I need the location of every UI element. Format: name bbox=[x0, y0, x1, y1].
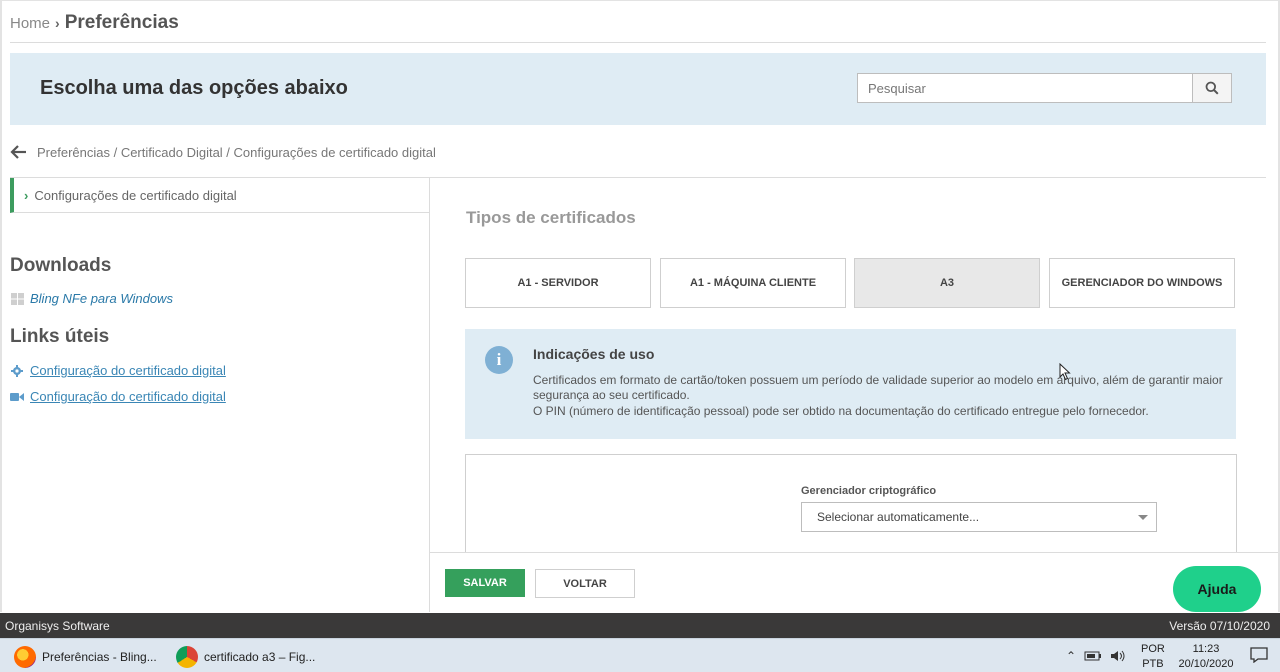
firefox-icon bbox=[14, 646, 36, 668]
chevron-up-icon[interactable]: ⌃ bbox=[1066, 649, 1076, 663]
divider bbox=[10, 42, 1266, 43]
clock-date: 20/10/2020 bbox=[1178, 658, 1234, 670]
lang-bottom: PTB bbox=[1142, 658, 1164, 670]
section-title: Tipos de certificados bbox=[466, 208, 636, 227]
caret-down-icon bbox=[1138, 515, 1148, 520]
tab-a1-maquina-cliente[interactable]: A1 - MÁQUINA CLIENTE bbox=[660, 258, 846, 308]
section-path: Preferências / Certificado Digital / Con… bbox=[10, 142, 436, 162]
chevron-right-icon: › bbox=[55, 15, 60, 31]
search-input[interactable] bbox=[858, 74, 1192, 102]
status-strip: Organisys Software Versão 07/10/2020 bbox=[0, 613, 1280, 638]
useful-link-label: Configuração do certificado digital bbox=[30, 363, 226, 378]
tab-a1-servidor[interactable]: A1 - SERVIDOR bbox=[465, 258, 651, 308]
useful-link[interactable]: Configuração do certificado digital bbox=[10, 363, 226, 378]
windows-icon bbox=[10, 292, 24, 305]
settings-panel: Gerenciador criptográfico Selecionar aut… bbox=[465, 454, 1237, 554]
lang-top: POR bbox=[1141, 643, 1165, 655]
tab-a3[interactable]: A3 bbox=[854, 258, 1040, 308]
taskbar-item-firefox[interactable]: Preferências - Bling... bbox=[14, 643, 157, 671]
notification-icon[interactable] bbox=[1250, 647, 1268, 663]
tab-gerenciador-windows[interactable]: GERENCIADOR DO WINDOWS bbox=[1049, 258, 1235, 308]
gear-icon bbox=[10, 364, 24, 377]
task-label: Preferências - Bling... bbox=[42, 650, 157, 664]
download-link[interactable]: Bling NFe para Windows bbox=[10, 291, 173, 306]
save-button[interactable]: SALVAR bbox=[445, 569, 525, 597]
usage-info-box: i Indicações de uso Certificados em form… bbox=[465, 329, 1236, 439]
arrow-left-icon[interactable] bbox=[10, 144, 28, 160]
info-text: O PIN (número de identificação pessoal) … bbox=[533, 404, 1149, 418]
taskbar: Preferências - Bling... certificado a3 –… bbox=[0, 638, 1280, 672]
options-banner: Escolha uma das opções abaixo bbox=[10, 53, 1266, 125]
back-button[interactable]: VOLTAR bbox=[535, 569, 635, 598]
system-tray: ⌃ bbox=[1066, 639, 1126, 672]
company-name: Organisys Software bbox=[5, 619, 110, 633]
chrome-icon bbox=[176, 646, 198, 668]
select-value: Selecionar automaticamente... bbox=[817, 510, 980, 524]
task-label: certificado a3 – Fig... bbox=[204, 650, 316, 664]
useful-link[interactable]: Configuração do certificado digital bbox=[10, 389, 226, 404]
input-language[interactable]: POR PTB bbox=[1141, 642, 1165, 672]
help-button[interactable]: Ajuda bbox=[1173, 566, 1261, 612]
info-icon: i bbox=[485, 346, 513, 374]
crypto-manager-label: Gerenciador criptográfico bbox=[801, 485, 937, 497]
volume-icon[interactable] bbox=[1110, 650, 1126, 662]
info-text: Certificados em formato de cartão/token … bbox=[533, 373, 1223, 402]
breadcrumb: Home › Preferências bbox=[10, 12, 179, 36]
sidebar: › Configurações de certificado digital D… bbox=[10, 178, 430, 612]
mouse-cursor-icon bbox=[1059, 363, 1071, 381]
chevron-right-icon: › bbox=[24, 187, 29, 203]
sidebar-item-certificate-settings[interactable]: › Configurações de certificado digital bbox=[10, 178, 429, 213]
downloads-title: Downloads bbox=[10, 255, 112, 276]
video-icon bbox=[10, 391, 24, 403]
version-label: Versão 07/10/2020 bbox=[1169, 619, 1270, 633]
page-title: Preferências bbox=[64, 12, 179, 33]
clock[interactable]: 11:23 20/10/2020 bbox=[1176, 642, 1236, 672]
breadcrumb-home[interactable]: Home bbox=[10, 15, 50, 32]
sidebar-item-label: Configurações de certificado digital bbox=[34, 187, 237, 203]
useful-link-label: Configuração do certificado digital bbox=[30, 389, 226, 404]
path-text: Preferências / Certificado Digital / Con… bbox=[37, 144, 436, 160]
battery-icon[interactable] bbox=[1084, 650, 1102, 662]
search-box bbox=[857, 73, 1232, 103]
info-title: Indicações de uso bbox=[533, 346, 655, 362]
clock-time: 11:23 bbox=[1192, 643, 1220, 655]
crypto-manager-select[interactable]: Selecionar automaticamente... bbox=[801, 502, 1157, 532]
search-icon bbox=[1205, 81, 1219, 95]
taskbar-item-chrome[interactable]: certificado a3 – Fig... bbox=[176, 643, 315, 671]
download-label: Bling NFe para Windows bbox=[30, 291, 173, 306]
search-button[interactable] bbox=[1192, 74, 1231, 102]
banner-title: Escolha uma das opções abaixo bbox=[40, 77, 348, 99]
links-title: Links úteis bbox=[10, 326, 110, 347]
